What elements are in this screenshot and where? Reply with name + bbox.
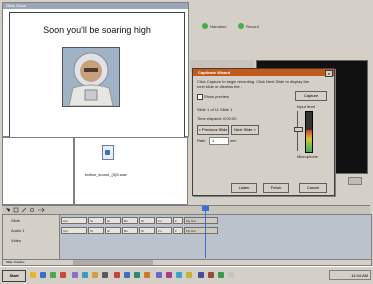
timeline-toolbar-label: Slide Timeline <box>6 260 25 264</box>
app-icon[interactable] <box>166 272 172 278</box>
thumbnail-panel <box>2 137 74 205</box>
file-name-label[interactable]: button_sound_(3)5.wav <box>85 172 127 177</box>
timeline-item[interactable]: F <box>173 227 183 234</box>
timeline-item[interactable]: F <box>173 217 183 224</box>
app-icon[interactable] <box>50 272 56 278</box>
time-elapsed: Time elapsed: 0:00:00 <box>197 116 237 121</box>
app-icon[interactable] <box>82 272 88 278</box>
timeline-track-labels: Slide Audio 1 Video <box>3 215 60 259</box>
rate-input[interactable]: 1 <box>209 137 229 145</box>
record-button[interactable]: Record <box>238 22 259 30</box>
astronaut-photo <box>62 47 120 107</box>
file-panel: button_sound_(3)5.wav <box>74 137 188 205</box>
status-box <box>348 177 362 185</box>
app-icon[interactable] <box>102 272 108 278</box>
rate-label: Rate <box>197 138 206 143</box>
dialog-instructions-2: next slide or dismiss the . <box>197 84 242 89</box>
timeline-item[interactable]: Fly Out <box>184 227 218 234</box>
right-toolbar: Narration Record <box>190 20 370 32</box>
preview-window-title: Slide Show <box>6 3 27 8</box>
start-button[interactable]: Start <box>2 270 26 282</box>
timeline-item[interactable]: Hi <box>105 227 121 234</box>
app-icon[interactable] <box>186 272 192 278</box>
slide-title: Soon you'll be soaring high <box>43 25 151 35</box>
close-icon[interactable]: × <box>325 70 333 77</box>
capture-dialog: Captivate Wizard × Click Capture to begi… <box>192 68 335 196</box>
input-level-label: Input level <box>297 104 316 109</box>
folder-icon[interactable] <box>30 272 36 278</box>
slide-info: Slide 1 of 11 Slide 1 <box>197 107 233 112</box>
app-icon[interactable] <box>176 272 182 278</box>
system-tray: 11:04 AM <box>329 270 371 280</box>
playhead-line[interactable] <box>205 205 206 258</box>
show-preview-label: Show preview <box>204 94 229 99</box>
timeline-item[interactable]: Te <box>88 227 104 234</box>
level-meter-fill <box>306 130 312 152</box>
level-meter <box>305 111 313 153</box>
rate-unit: min <box>230 138 237 143</box>
app-icon[interactable] <box>228 272 234 278</box>
timeline-scrollbar[interactable]: Slide Timeline <box>2 259 372 266</box>
timeline-item[interactable]: Sl <box>139 227 155 234</box>
narration-button[interactable]: Narration <box>202 22 226 30</box>
show-preview-checkbox[interactable] <box>197 94 203 100</box>
timeline-item[interactable]: Hi <box>105 217 121 224</box>
input-level-slider-thumb[interactable] <box>294 127 303 133</box>
slide-canvas[interactable]: Soon you'll be soaring high <box>9 12 185 138</box>
timeline-item[interactable]: Cpt <box>61 217 87 224</box>
track-label: Audio 1 <box>11 228 25 233</box>
capture-button[interactable]: Capture <box>295 91 327 101</box>
timeline-item[interactable]: Sl <box>139 217 155 224</box>
app-icon[interactable] <box>156 272 162 278</box>
app-icon[interactable] <box>208 272 214 278</box>
preview-titlebar: Slide Show <box>3 3 188 9</box>
cancel-button[interactable]: Cancel <box>299 183 327 193</box>
finish-button[interactable]: Finish <box>263 183 289 193</box>
listen-button[interactable]: Listen <box>231 183 257 193</box>
record-icon <box>238 23 244 29</box>
rate-value: 1 <box>212 138 215 143</box>
timeline-item[interactable]: Bu <box>122 227 138 234</box>
app-icon[interactable] <box>218 272 224 278</box>
clock: 11:04 AM <box>351 273 368 278</box>
app-icon[interactable] <box>92 272 98 278</box>
app-icon[interactable] <box>72 272 78 278</box>
timeline-scroll-thumb[interactable] <box>73 260 153 265</box>
record-label: Record <box>246 23 259 29</box>
timeline-item[interactable]: Fu <box>156 217 172 224</box>
timeline-tools-icon[interactable] <box>4 206 64 214</box>
timeline-item[interactable]: Fly Out <box>184 217 218 224</box>
taskbar: Start 11:04 AM <box>0 266 373 284</box>
browser-icon[interactable] <box>40 272 46 278</box>
app-icon[interactable] <box>114 272 120 278</box>
previous-slide-button[interactable]: < Previous Slide <box>197 125 229 135</box>
narration-icon <box>202 23 208 29</box>
track-label: Video <box>11 238 22 243</box>
timeline-item[interactable]: Fu <box>156 227 172 234</box>
app-icon[interactable] <box>144 272 150 278</box>
narration-label: Narration <box>210 23 227 29</box>
dialog-title: Captivate Wizard <box>198 70 231 75</box>
app-icon[interactable] <box>60 272 66 278</box>
app-icon[interactable] <box>198 272 204 278</box>
next-slide-button[interactable]: Next Slide > <box>231 125 259 135</box>
audio-file-icon[interactable] <box>102 145 114 160</box>
timeline-item[interactable]: Cpt <box>61 227 87 234</box>
app-icon[interactable] <box>134 272 140 278</box>
timeline-area: Slide Audio 1 Video Cpt Te Hi Bu Sl Fu F Fly Ou… <box>2 214 372 260</box>
track-label: Slide <box>11 218 20 223</box>
slide-preview-window: Slide Show Soon you'll be soaring high <box>2 2 189 138</box>
astronaut-image-icon <box>63 48 119 106</box>
timeline-item[interactable]: Bu <box>122 217 138 224</box>
timeline-item[interactable]: Te <box>88 217 104 224</box>
app-icon[interactable] <box>124 272 130 278</box>
timeline-toolbar <box>2 205 370 214</box>
dialog-titlebar: Captivate Wizard × <box>193 69 334 77</box>
microphone-label: Microphone <box>297 154 318 159</box>
